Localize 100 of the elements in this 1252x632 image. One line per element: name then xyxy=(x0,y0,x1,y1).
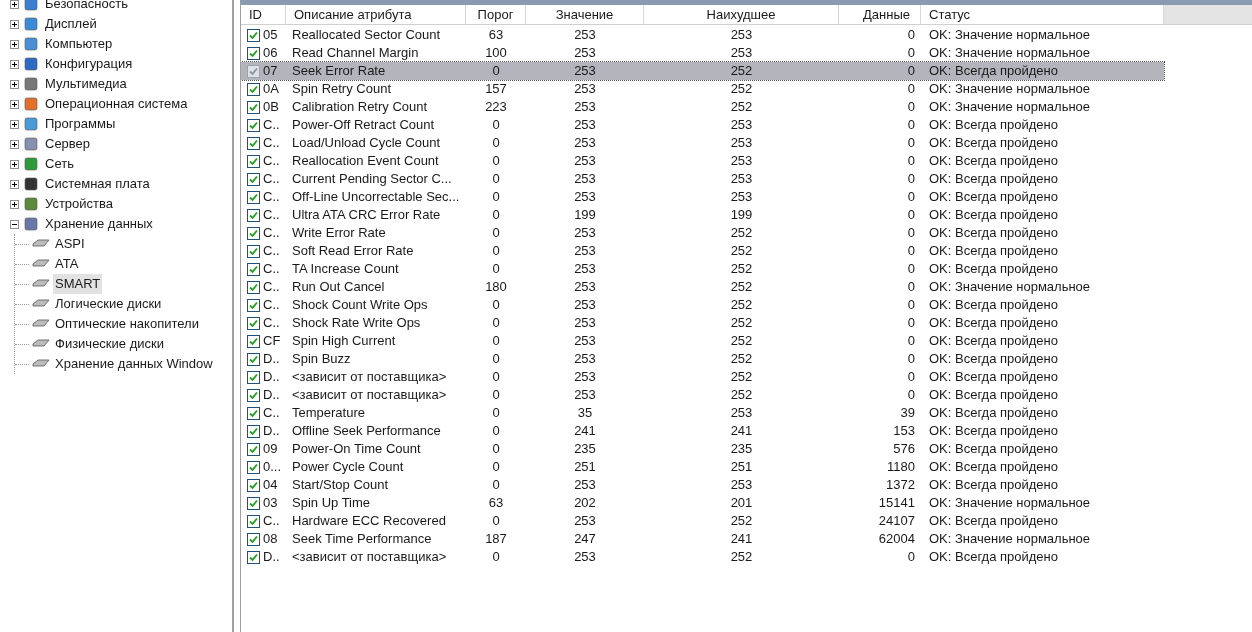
table-row[interactable]: 03 Spin Up Time 63 202 201 15141 OK: Значение нормальное xyxy=(241,494,1164,512)
tree-item[interactable]: Конфигурация xyxy=(43,54,135,74)
tree-item[interactable]: Сеть xyxy=(43,154,76,174)
checkbox[interactable] xyxy=(247,28,260,42)
checkbox[interactable] xyxy=(247,298,260,312)
column-header[interactable]: Данные xyxy=(839,5,921,24)
tree-item[interactable]: Дисплей xyxy=(43,14,99,34)
table-cell-text: D.. xyxy=(263,422,280,441)
table-row[interactable]: C.. Off-Line Uncorrectable Sec... 0 253 253 0 OK: Всегда пройдено xyxy=(241,188,1164,206)
column-header[interactable]: Значение xyxy=(526,5,644,24)
checkbox[interactable] xyxy=(247,496,260,510)
expander-icon[interactable] xyxy=(10,39,19,49)
tree-item[interactable]: Операционная система xyxy=(43,94,190,114)
checkbox[interactable] xyxy=(247,388,260,402)
expander-icon[interactable] xyxy=(10,139,19,149)
table-row[interactable]: C.. Run Out Cancel 180 253 252 0 OK: Значение нормальное xyxy=(241,278,1164,296)
table-row[interactable]: 05 Reallocated Sector Count 63 253 253 0 OK: Значение нормальное xyxy=(241,26,1164,44)
table-row[interactable]: 0B Calibration Retry Count 223 253 252 0 OK: Значение нормальное xyxy=(241,98,1164,116)
table-row[interactable]: 0... Power Cycle Count 0 251 251 1180 OK: Всегда пройдено xyxy=(241,458,1164,476)
tree-item[interactable]: ATA xyxy=(53,254,81,274)
table-row[interactable]: 08 Seek Time Performance 187 247 241 62004 OK: Значение нормальное xyxy=(241,530,1164,548)
table-row[interactable]: 09 Power-On Time Count 0 235 235 576 OK: Всегда пройдено xyxy=(241,440,1164,458)
table-row[interactable]: 06 Read Channel Margin 100 253 253 0 OK: Значение нормальное xyxy=(241,44,1164,62)
checkbox[interactable] xyxy=(247,262,260,276)
tree-item[interactable]: Программы xyxy=(43,114,118,134)
checkbox[interactable] xyxy=(247,478,260,492)
tree-item[interactable]: Мультимедиа xyxy=(43,74,129,94)
checkbox[interactable] xyxy=(247,64,260,78)
table-row[interactable]: C.. Ultra ATA CRC Error Rate 0 199 199 0 OK: Всегда пройдено xyxy=(241,206,1164,224)
table-row[interactable]: C.. Load/Unload Cycle Count 0 253 253 0 OK: Всегда пройдено xyxy=(241,134,1164,152)
tree-item[interactable]: Компьютер xyxy=(43,34,115,54)
expander-icon[interactable] xyxy=(10,119,19,129)
table-row[interactable]: D.. <зависит от поставщика> 0 253 252 0 OK: Всегда пройдено xyxy=(241,548,1164,566)
expander-icon[interactable] xyxy=(10,179,19,189)
tree-item[interactable]: Оптические накопители xyxy=(53,314,201,334)
table-row[interactable]: CF Spin High Current 0 253 252 0 OK: Всегда пройдено xyxy=(241,332,1164,350)
table-row[interactable]: 04 Start/Stop Count 0 253 253 1372 OK: Всегда пройдено xyxy=(241,476,1164,494)
checkbox[interactable] xyxy=(247,118,260,132)
expander-icon[interactable] xyxy=(10,0,19,9)
column-header[interactable]: Порог xyxy=(466,5,526,24)
checkbox[interactable] xyxy=(247,226,260,240)
table-row[interactable]: C.. TA Increase Count 0 253 252 0 OK: Всегда пройдено xyxy=(241,260,1164,278)
tree-item[interactable]: Логические диски xyxy=(53,294,164,314)
table-row[interactable]: D.. Spin Buzz 0 253 252 0 OK: Всегда пройдено xyxy=(241,350,1164,368)
expander-icon[interactable] xyxy=(10,59,19,69)
checkbox[interactable] xyxy=(247,136,260,150)
checkbox[interactable] xyxy=(247,82,260,96)
checkbox[interactable] xyxy=(247,280,260,294)
table-cell-text: OK: Всегда пройдено xyxy=(929,170,1058,189)
table-cell-text: 100 xyxy=(485,44,507,63)
checkbox[interactable] xyxy=(247,424,260,438)
table-row[interactable]: C.. Reallocation Event Count 0 253 253 0 OK: Всегда пройдено xyxy=(241,152,1164,170)
table-row[interactable]: C.. Soft Read Error Rate 0 253 252 0 OK: Всегда пройдено xyxy=(241,242,1164,260)
checkbox[interactable] xyxy=(247,316,260,330)
table-row[interactable]: 0A Spin Retry Count 157 253 252 0 OK: Значение нормальное xyxy=(241,80,1164,98)
table-row[interactable]: C.. Power-Off Retract Count 0 253 253 0 OK: Всегда пройдено xyxy=(241,116,1164,134)
checkbox[interactable] xyxy=(247,46,260,60)
column-header[interactable]: ID xyxy=(241,5,286,24)
expander-icon[interactable] xyxy=(10,199,19,209)
checkbox[interactable] xyxy=(247,532,260,546)
checkbox[interactable] xyxy=(247,442,260,456)
checkbox[interactable] xyxy=(247,406,260,420)
table-row[interactable]: C.. Shock Rate Write Ops 0 253 252 0 OK: Всегда пройдено xyxy=(241,314,1164,332)
expander-icon[interactable] xyxy=(10,159,19,169)
checkbox[interactable] xyxy=(247,370,260,384)
checkbox[interactable] xyxy=(247,154,260,168)
checkbox[interactable] xyxy=(247,550,260,564)
tree-item[interactable]: Системная плата xyxy=(43,174,152,194)
table-row[interactable]: C.. Temperature 0 35 253 39 OK: Всегда пройдено xyxy=(241,404,1164,422)
table-row[interactable]: D.. <зависит от поставщика> 0 253 252 0 OK: Всегда пройдено xyxy=(241,386,1164,404)
table-row[interactable]: D.. Offline Seek Performance 0 241 241 153 OK: Всегда пройдено xyxy=(241,422,1164,440)
tree-item[interactable]: SMART xyxy=(53,274,103,294)
checkbox[interactable] xyxy=(247,460,260,474)
tree-item[interactable]: Хранение данных xyxy=(43,214,155,234)
checkbox[interactable] xyxy=(247,244,260,258)
tree-item[interactable]: ASPI xyxy=(53,234,87,254)
checkbox[interactable] xyxy=(247,352,260,366)
expander-icon[interactable] xyxy=(10,219,19,229)
tree-item[interactable]: Физические диски xyxy=(53,334,166,354)
checkbox[interactable] xyxy=(247,334,260,348)
table-row[interactable]: D.. <зависит от поставщика> 0 253 252 0 OK: Всегда пройдено xyxy=(241,368,1164,386)
table-row[interactable]: C.. Hardware ECC Recovered 0 253 252 24107 OK: Всегда пройдено xyxy=(241,512,1164,530)
tree-item[interactable]: Устройства xyxy=(43,194,115,214)
checkbox[interactable] xyxy=(247,172,260,186)
checkbox[interactable] xyxy=(247,514,260,528)
checkbox[interactable] xyxy=(247,100,260,114)
checkbox[interactable] xyxy=(247,208,260,222)
table-row[interactable]: C.. Current Pending Sector C... 0 253 253 0 OK: Всегда пройдено xyxy=(241,170,1164,188)
table-row[interactable]: 07 Seek Error Rate 0 253 252 0 OK: Всегда пройдено xyxy=(241,62,1164,80)
column-header[interactable]: Описание атрибута xyxy=(286,5,466,24)
expander-icon[interactable] xyxy=(10,79,19,89)
table-row[interactable]: C.. Shock Count Write Ops 0 253 252 0 OK: Всегда пройдено xyxy=(241,296,1164,314)
tree-item[interactable]: Сервер xyxy=(43,134,93,154)
tree-item[interactable]: Хранение данных Window xyxy=(53,354,215,374)
expander-icon[interactable] xyxy=(10,19,19,29)
tree-item[interactable]: Безопасность xyxy=(43,0,130,14)
table-row[interactable]: C.. Write Error Rate 0 253 252 0 OK: Всегда пройдено xyxy=(241,224,1164,242)
column-header[interactable]: Наихудшее xyxy=(644,5,839,24)
expander-icon[interactable] xyxy=(10,99,19,109)
checkbox[interactable] xyxy=(247,190,260,204)
